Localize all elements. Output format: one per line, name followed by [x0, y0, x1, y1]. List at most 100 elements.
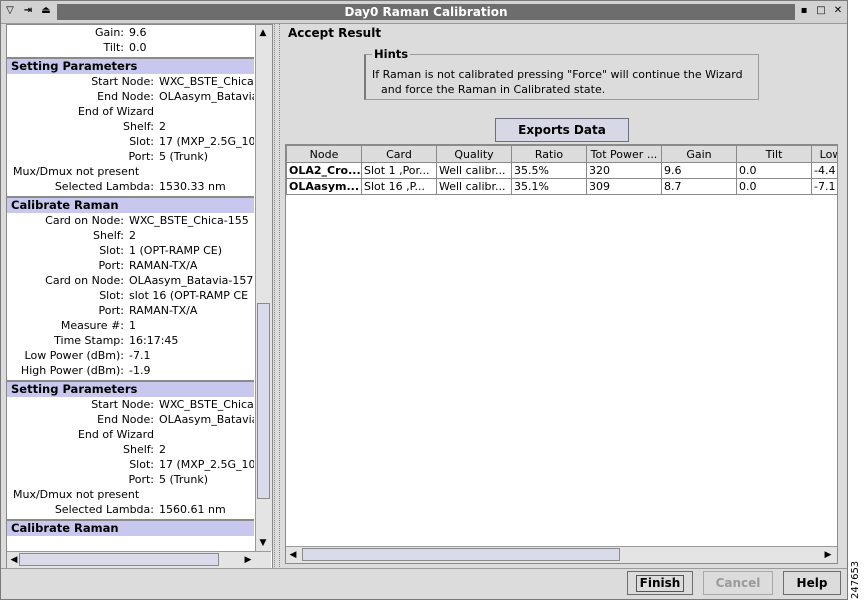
table-cell: 0.0: [736, 162, 812, 179]
column-header[interactable]: Ratio: [511, 145, 587, 163]
pane-title: Accept Result: [288, 26, 382, 40]
table-cell: Slot 1 ,Por...: [361, 162, 437, 179]
title-bar: ▽ ⇥ ⏏ Day0 Raman Calibration ▪ □ ✕: [1, 1, 847, 24]
column-header[interactable]: Tilt: [736, 145, 812, 163]
field-label: Low Power (dBm):: [24, 349, 124, 362]
setting-parameters-section-2: Setting Parameters Start Node: WXC_BSTE_C…: [7, 380, 254, 517]
field-value: 1560.61 nm: [159, 503, 226, 516]
table-cell: 0.0: [736, 178, 812, 195]
field-value: 17 (MXP_2.5G_10: [159, 458, 254, 471]
section-header: Setting Parameters: [7, 59, 254, 74]
column-header[interactable]: Node: [286, 145, 362, 163]
tilt-value: 0.0: [129, 41, 147, 54]
summary-pane[interactable]: Gain: 9.6 Tilt: 0.0 Setting Parameters S…: [6, 24, 273, 569]
table-cell: OLA2_Cro...: [286, 162, 362, 179]
results-table-container: Node Card Quality Ratio Tot Power ... Ga…: [285, 144, 838, 564]
field-value: WXC_BSTE_Chica-: [159, 398, 254, 411]
field-value: 2: [159, 120, 166, 133]
table-row[interactable]: OLA2_Cro... Slot 1 ,Por... Well calibr..…: [286, 162, 837, 179]
field-label: Port:: [98, 259, 124, 272]
column-header[interactable]: Gain: [661, 145, 737, 163]
field-label: Selected Lambda:: [54, 503, 154, 516]
field-label: End Node:: [97, 90, 154, 103]
field-value: 1: [129, 319, 136, 332]
table-cell: 320: [586, 162, 662, 179]
scroll-thumb[interactable]: [19, 553, 219, 566]
section-header: Setting Parameters: [7, 382, 254, 397]
summary-horizontal-scrollbar[interactable]: ◀ ▶: [7, 551, 271, 568]
field-value: WXC_BSTE_Chica-: [159, 75, 254, 88]
field-label: High Power (dBm):: [20, 364, 124, 377]
table-cell: Well calibr...: [436, 162, 512, 179]
scroll-thumb[interactable]: [302, 548, 620, 561]
finish-button[interactable]: Finish: [627, 571, 693, 595]
shade-icon[interactable]: ⏏: [39, 4, 53, 18]
hints-box: Hints If Raman is not calibrated pressin…: [364, 47, 759, 100]
field-label: Measure #:: [60, 319, 124, 332]
field-value: 1 (OPT-RAMP CE): [129, 244, 223, 257]
field-label: End of Wizard: [77, 428, 154, 441]
minimize-icon[interactable]: ▪: [797, 4, 811, 18]
hints-line: and force the Raman in Calibrated state.: [381, 83, 606, 96]
field-value: 5 (Trunk): [159, 473, 209, 486]
table-cell: 9.6: [661, 162, 737, 179]
field-label: Mux/Dmux not present: [13, 488, 140, 501]
help-button[interactable]: Help: [783, 571, 841, 595]
field-label: Slot:: [129, 135, 154, 148]
tilt-row: Tilt: 0.0: [7, 40, 254, 55]
close-icon[interactable]: ✕: [831, 4, 845, 18]
field-label: Slot:: [129, 458, 154, 471]
field-label: Card on Node:: [45, 274, 124, 287]
figure-number: 247653: [850, 560, 861, 599]
section-header: Calibrate Raman: [7, 521, 254, 536]
window-menu-icon[interactable]: ▽: [3, 4, 17, 18]
field-value: 2: [129, 229, 136, 242]
window-title: Day0 Raman Calibration: [57, 4, 795, 20]
hints-legend: Hints: [372, 47, 411, 61]
calibrate-raman-section: Calibrate Raman Card on Node: WXC_BSTE_Ch…: [7, 196, 254, 378]
calibrate-raman-section-cut: Calibrate Raman: [7, 519, 254, 536]
field-value: -1.9: [129, 364, 151, 377]
gain-label: Gain:: [95, 26, 124, 39]
cancel-button[interactable]: Cancel: [703, 571, 773, 595]
field-label: Port:: [128, 473, 154, 486]
table-cell: Well calibr...: [436, 178, 512, 195]
pin-icon[interactable]: ⇥: [21, 4, 35, 18]
column-header[interactable]: Quality: [436, 145, 512, 163]
field-label: Port:: [128, 150, 154, 163]
scroll-up-icon[interactable]: ▲: [256, 27, 270, 39]
table-horizontal-scrollbar[interactable]: ◀ ▶: [286, 546, 837, 563]
pane-splitter[interactable]: [274, 24, 280, 567]
field-value: 17 (MXP_2.5G_10: [159, 135, 254, 148]
scroll-left-icon[interactable]: ◀: [286, 549, 300, 561]
accept-result-pane: Accept Result Hints If Raman is not cali…: [281, 24, 841, 567]
setting-parameters-section-1: Setting Parameters Start Node: WXC_BSTE_C…: [7, 57, 254, 194]
field-label: Shelf:: [123, 120, 154, 133]
column-header[interactable]: Card: [361, 145, 437, 163]
column-header[interactable]: Tot Power ...: [586, 145, 662, 163]
table-row[interactable]: OLAasym... Slot 16 ,P... Well calibr... …: [286, 178, 837, 195]
field-value: WXC_BSTE_Chica-155: [129, 214, 249, 227]
table-cell: 309: [586, 178, 662, 195]
table-header-row: Node Card Quality Ratio Tot Power ... Ga…: [286, 145, 837, 163]
column-header[interactable]: Low: [811, 145, 837, 163]
field-value: 2: [159, 443, 166, 456]
table-cell: 8.7: [661, 178, 737, 195]
field-label: Start Node:: [91, 75, 154, 88]
scroll-right-icon[interactable]: ▶: [241, 554, 255, 566]
field-value: 1530.33 nm: [159, 180, 226, 193]
finish-label: Finish: [635, 575, 685, 592]
scroll-down-icon[interactable]: ▼: [256, 537, 270, 549]
scroll-right-icon[interactable]: ▶: [821, 549, 835, 561]
maximize-icon[interactable]: □: [814, 4, 828, 18]
summary-content: Gain: 9.6 Tilt: 0.0 Setting Parameters S…: [7, 25, 254, 551]
calibration-window: ▽ ⇥ ⏏ Day0 Raman Calibration ▪ □ ✕ Gain:…: [0, 0, 848, 600]
field-value: OLAasym_Batavia-157: [129, 274, 254, 287]
summary-vertical-scrollbar[interactable]: ▲ ▼: [255, 25, 272, 551]
table-cell: -7.1: [811, 178, 837, 195]
export-data-button[interactable]: Exports Data: [495, 118, 629, 142]
footer-separator: [1, 568, 847, 569]
tilt-label: Tilt:: [103, 41, 124, 54]
field-value: 5 (Trunk): [159, 150, 209, 163]
scroll-thumb[interactable]: [257, 303, 270, 499]
